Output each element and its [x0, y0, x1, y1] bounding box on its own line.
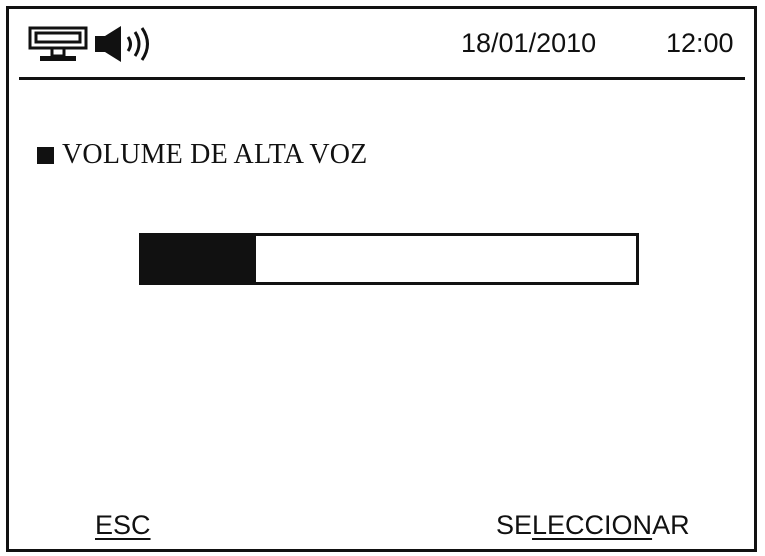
status-icons: [27, 24, 157, 64]
select-softkey-text-start: SE: [496, 510, 533, 540]
speaker-volume-icon: [95, 26, 149, 62]
network-connection-icon: [28, 26, 88, 61]
header-divider: [19, 77, 745, 80]
select-softkey[interactable]: SELECCIONAR: [496, 509, 690, 541]
esc-softkey[interactable]: ESC: [95, 509, 151, 541]
select-softkey-text-underlined: LECCION: [532, 510, 653, 540]
volume-level-bar[interactable]: [139, 233, 639, 285]
selection-bullet-icon: [37, 146, 54, 164]
status-header: 18/01/2010 12:00: [9, 9, 754, 80]
date-display: 18/01/2010: [461, 28, 597, 58]
time-display: 12:00: [666, 28, 734, 58]
volume-level-fill: [142, 236, 256, 282]
menu-item-label: VOLUME DE ALTA VOZ: [62, 139, 368, 170]
select-softkey-text-end: AR: [652, 510, 690, 540]
lcd-screen: 18/01/2010 12:00 VOLUME DE ALTA VOZ ESC …: [6, 6, 757, 552]
menu-item-speaker-volume[interactable]: VOLUME DE ALTA VOZ: [37, 138, 367, 172]
